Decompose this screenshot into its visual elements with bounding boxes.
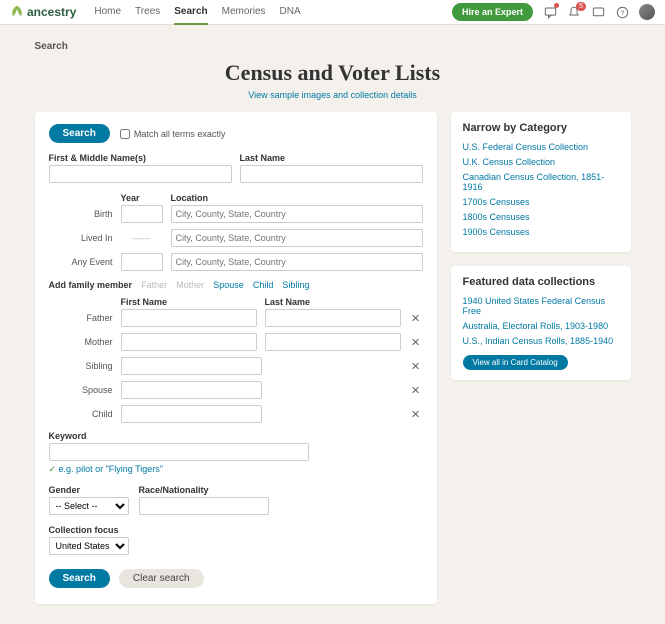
avatar[interactable]: [639, 4, 655, 20]
remove-father-button[interactable]: ✕: [409, 312, 423, 325]
nav-search[interactable]: Search: [174, 0, 207, 25]
first-name-label: First & Middle Name(s): [49, 153, 232, 163]
narrow-link[interactable]: Canadian Census Collection, 1851-1916: [463, 172, 619, 192]
last-name-input[interactable]: [240, 165, 423, 183]
mother-last-input[interactable]: [265, 333, 401, 351]
leaf-icon: [10, 5, 24, 19]
family-first-name-header: First Name: [121, 297, 265, 307]
card-catalog-button[interactable]: View all in Card Catalog: [463, 355, 568, 370]
gender-label: Gender: [49, 485, 129, 495]
father-last-input[interactable]: [265, 309, 401, 327]
last-name-label: Last Name: [240, 153, 423, 163]
gender-select[interactable]: -- Select --: [49, 497, 129, 515]
featured-title: Featured data collections: [463, 276, 619, 288]
add-sibling-link[interactable]: Sibling: [282, 280, 309, 290]
chat-icon[interactable]: [543, 5, 557, 19]
featured-link[interactable]: Australia, Electoral Rolls, 1903-1980: [463, 321, 619, 331]
topbar-right: Hire an Expert 5 ?: [452, 3, 655, 21]
child-first-input[interactable]: [121, 405, 262, 423]
notification-badge: 5: [576, 2, 586, 11]
narrow-title: Narrow by Category: [463, 122, 619, 134]
sample-link[interactable]: View sample images and collection detail…: [35, 90, 631, 100]
top-nav-bar: ancestry Home Trees Search Memories DNA …: [0, 0, 665, 25]
year-header: Year: [121, 193, 171, 203]
featured-collections-box: Featured data collections 1940 United St…: [451, 266, 631, 380]
match-exact-checkbox[interactable]: Match all terms exactly: [120, 129, 226, 139]
messages-icon[interactable]: [591, 5, 605, 19]
narrow-by-category-box: Narrow by Category U.S. Federal Census C…: [451, 112, 631, 252]
any-event-label: Any Event: [49, 257, 113, 267]
keyword-input[interactable]: [49, 443, 309, 461]
lived-in-location-input[interactable]: [171, 229, 423, 247]
match-exact-label: Match all terms exactly: [134, 129, 226, 139]
add-child-link[interactable]: Child: [253, 280, 274, 290]
featured-link[interactable]: U.S., Indian Census Rolls, 1885-1940: [463, 336, 619, 346]
add-spouse-link[interactable]: Spouse: [213, 280, 244, 290]
keyword-label: Keyword: [49, 431, 423, 441]
nav-trees[interactable]: Trees: [135, 0, 160, 25]
bell-icon[interactable]: 5: [567, 5, 581, 19]
search-button-bottom[interactable]: Search: [49, 569, 110, 588]
birth-year-input[interactable]: [121, 205, 163, 223]
search-form: Search Match all terms exactly First & M…: [35, 112, 437, 604]
mother-first-input[interactable]: [121, 333, 257, 351]
nav-memories[interactable]: Memories: [222, 0, 266, 25]
first-name-input[interactable]: [49, 165, 232, 183]
spouse-row-label: Spouse: [49, 385, 113, 395]
family-last-name-header: Last Name: [265, 297, 409, 307]
birth-location-input[interactable]: [171, 205, 423, 223]
remove-spouse-button[interactable]: ✕: [409, 384, 423, 397]
father-first-input[interactable]: [121, 309, 257, 327]
remove-sibling-button[interactable]: ✕: [409, 360, 423, 373]
brand-name: ancestry: [27, 5, 76, 19]
race-label: Race/Nationality: [139, 485, 269, 495]
sibling-first-input[interactable]: [121, 357, 262, 375]
match-exact-input[interactable]: [120, 129, 130, 139]
remove-mother-button[interactable]: ✕: [409, 336, 423, 349]
breadcrumb: Search: [35, 41, 631, 52]
any-event-year-input[interactable]: [121, 253, 163, 271]
add-mother-link: Mother: [176, 280, 204, 290]
race-input[interactable]: [139, 497, 269, 515]
help-icon[interactable]: ?: [615, 5, 629, 19]
narrow-link[interactable]: 1800s Censuses: [463, 212, 619, 222]
svg-text:?: ?: [620, 10, 624, 17]
narrow-link[interactable]: 1900s Censuses: [463, 227, 619, 237]
sibling-row-label: Sibling: [49, 361, 113, 371]
hire-expert-button[interactable]: Hire an Expert: [452, 3, 533, 21]
lived-in-label: Lived In: [49, 233, 113, 243]
narrow-link[interactable]: 1700s Censuses: [463, 197, 619, 207]
remove-child-button[interactable]: ✕: [409, 408, 423, 421]
collection-focus-select[interactable]: United States: [49, 537, 129, 555]
keyword-tip[interactable]: e.g. pilot or "Flying Tigers": [49, 464, 423, 475]
main-nav: Home Trees Search Memories DNA: [94, 0, 300, 25]
narrow-link[interactable]: U.K. Census Collection: [463, 157, 619, 167]
notification-dot: [554, 3, 559, 8]
brand-logo[interactable]: ancestry: [10, 5, 76, 19]
add-father-link: Father: [141, 280, 167, 290]
search-button-top[interactable]: Search: [49, 124, 110, 143]
mother-row-label: Mother: [49, 337, 113, 347]
any-event-location-input[interactable]: [171, 253, 423, 271]
father-row-label: Father: [49, 313, 113, 323]
narrow-link[interactable]: U.S. Federal Census Collection: [463, 142, 619, 152]
add-family-label: Add family member: [49, 280, 133, 290]
spouse-first-input[interactable]: [121, 381, 262, 399]
featured-link[interactable]: 1940 United States Federal Census Free: [463, 296, 619, 316]
location-header: Location: [171, 193, 209, 203]
nav-dna[interactable]: DNA: [280, 0, 301, 25]
birth-label: Birth: [49, 209, 113, 219]
collection-focus-label: Collection focus: [49, 525, 423, 535]
clear-search-button[interactable]: Clear search: [119, 569, 204, 588]
lived-in-year-placeholder: ——: [121, 233, 163, 243]
page-title: Census and Voter Lists: [35, 60, 631, 86]
child-row-label: Child: [49, 409, 113, 419]
nav-home[interactable]: Home: [94, 0, 121, 25]
